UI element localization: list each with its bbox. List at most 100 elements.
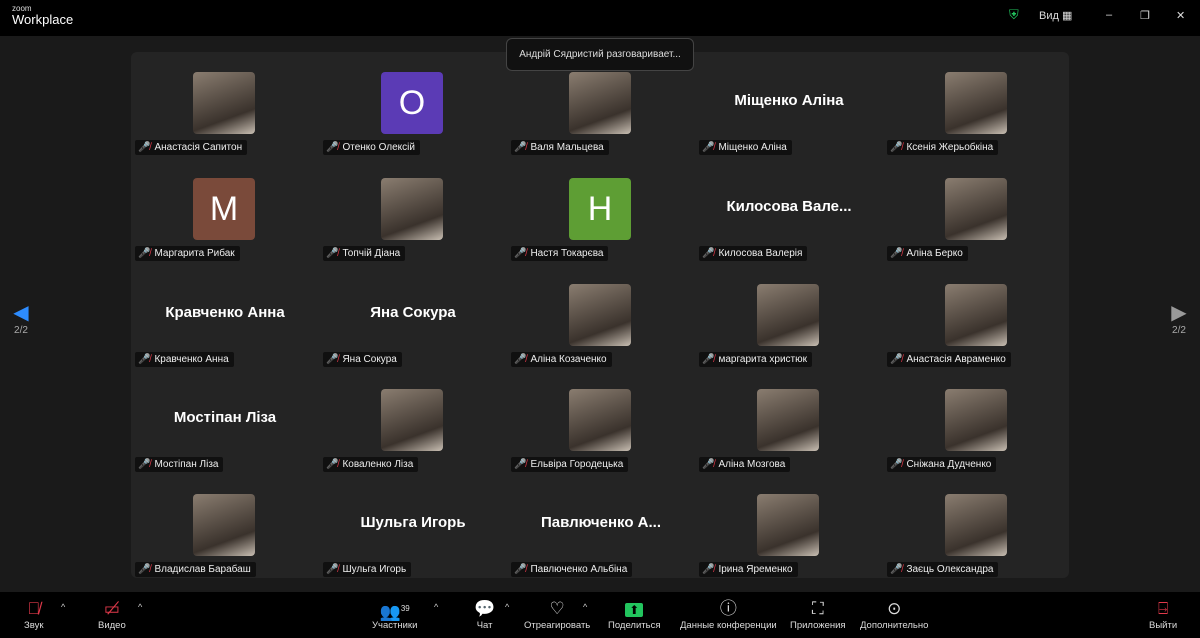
restore-button[interactable]: ❐ bbox=[1140, 9, 1150, 22]
meeting-info-button[interactable]: ⓘ Данные конференции bbox=[680, 598, 777, 631]
participant-tile[interactable]: 🎤̸ Ірина Яременко bbox=[695, 474, 883, 579]
mic-muted-icon: 🎤̸ bbox=[514, 564, 527, 575]
participant-name-tag: 🎤̸ Шульга Игорь bbox=[323, 562, 412, 577]
participant-tile[interactable]: Шульга Игорь 🎤̸ Шульга Игорь bbox=[319, 474, 507, 579]
participant-tile[interactable]: 🎤̸ Ксенія Жерьобкіна bbox=[883, 52, 1071, 157]
participant-name-tag: 🎤̸ Топчій Діана bbox=[323, 246, 406, 261]
participant-photo bbox=[757, 284, 819, 346]
participant-tile[interactable]: M 🎤̸ Маргарита Рибак bbox=[131, 158, 319, 263]
participant-tile[interactable]: Кравченко Анна 🎤̸ Кравченко Анна bbox=[131, 264, 319, 369]
participant-name: Сніжана Дудченко bbox=[906, 459, 992, 470]
participant-name: Килосова Валерія bbox=[718, 248, 803, 259]
mic-muted-icon: 🎤̸ bbox=[514, 459, 527, 470]
page-indicator-right: 2/2 bbox=[1172, 325, 1186, 336]
apps-button[interactable]: ⛶ Приложения bbox=[790, 598, 846, 631]
minimize-button[interactable]: – bbox=[1106, 9, 1112, 21]
mic-muted-icon: 🎤̸ bbox=[702, 459, 715, 470]
participant-tile[interactable]: Мостіпан Ліза 🎤̸ Мостіпан Ліза bbox=[131, 369, 319, 474]
participant-display-name: Міщенко Аліна bbox=[734, 92, 844, 109]
participant-tile[interactable]: 🎤̸ Ельвіра Городецька bbox=[507, 369, 695, 474]
participant-tile[interactable]: Яна Сокура 🎤̸ Яна Сокура bbox=[319, 264, 507, 369]
participant-photo bbox=[757, 494, 819, 556]
participant-photo bbox=[193, 72, 255, 134]
participants-button[interactable]: 👥39 Участники bbox=[372, 598, 417, 631]
participant-name-tag: 🎤̸ Павлюченко Альбіна bbox=[511, 562, 633, 577]
mic-muted-icon: 🎤̸ bbox=[890, 142, 903, 153]
react-label: Отреагировать bbox=[524, 620, 591, 631]
more-button[interactable]: ⊙ Дополнительно bbox=[860, 598, 928, 631]
participant-name: Ірина Яременко bbox=[718, 564, 793, 575]
view-label: Вид bbox=[1039, 10, 1059, 22]
leave-button[interactable]: ⍈ Выйти bbox=[1149, 598, 1177, 631]
participant-tile[interactable]: Павлюченко А... 🎤̸ Павлюченко Альбіна bbox=[507, 474, 695, 579]
next-page-button[interactable]: ▶ 2/2 bbox=[1164, 300, 1194, 336]
participant-name: Анастасія Сапитон bbox=[154, 142, 243, 153]
participant-tile[interactable]: 🎤̸ Владислав Барабаш bbox=[131, 474, 319, 579]
share-button[interactable]: ⬆ Поделиться bbox=[608, 598, 660, 631]
mic-muted-icon: 🎤̸ bbox=[326, 354, 339, 365]
participant-tile[interactable]: 🎤̸ Анастасія Авраменко bbox=[883, 264, 1071, 369]
participants-count: 39 bbox=[400, 604, 410, 613]
leave-icon: ⍈ bbox=[1157, 599, 1169, 618]
participants-caret[interactable]: ^ bbox=[434, 602, 438, 612]
more-icon: ⊙ bbox=[887, 599, 902, 618]
mic-muted-icon: 🎤̸ bbox=[890, 354, 903, 365]
heart-icon: ♡ bbox=[549, 599, 565, 618]
react-button[interactable]: ♡ Отреагировать bbox=[524, 598, 590, 631]
participant-photo bbox=[381, 389, 443, 451]
video-button[interactable]: ▭̸ Видео bbox=[98, 598, 126, 631]
participant-name-tag: 🎤̸ Ельвіра Городецька bbox=[511, 457, 629, 472]
participants-label: Участники bbox=[372, 620, 418, 631]
participant-tile[interactable]: 🎤̸ Аліна Мозгова bbox=[695, 369, 883, 474]
leave-label: Выйти bbox=[1149, 620, 1178, 631]
mic-muted-icon: 🎤̸ bbox=[138, 354, 151, 365]
participant-tile[interactable]: Килосова Вале... 🎤̸ Килосова Валерія bbox=[695, 158, 883, 263]
participant-photo bbox=[945, 72, 1007, 134]
participant-name-tag: 🎤̸ Яна Сокура bbox=[323, 352, 402, 367]
participant-tile[interactable]: H 🎤̸ Настя Токарєва bbox=[507, 158, 695, 263]
video-off-icon: ▭̸ bbox=[103, 599, 120, 618]
participant-tile[interactable]: Міщенко Аліна 🎤̸ Міщенко Аліна bbox=[695, 52, 883, 157]
participant-tile[interactable]: 🎤̸ Аліна Берко bbox=[883, 158, 1071, 263]
participant-name-tag: 🎤̸ Ксенія Жерьобкіна bbox=[887, 140, 999, 155]
participant-name: Яна Сокура bbox=[342, 354, 397, 365]
participant-name: Ельвіра Городецька bbox=[530, 459, 624, 470]
chat-button[interactable]: 💬 Чат bbox=[474, 598, 495, 631]
participant-display-name: Шульга Игорь bbox=[360, 514, 466, 531]
participant-name-tag: 🎤̸ Валя Мальцева bbox=[511, 140, 609, 155]
participant-name-tag: 🎤̸ Заєць Олександра bbox=[887, 562, 999, 577]
participant-tile[interactable]: 🎤̸ Аліна Козаченко bbox=[507, 264, 695, 369]
mic-muted-icon: 🎤̸ bbox=[702, 564, 715, 575]
prev-page-button[interactable]: ◀ 2/2 bbox=[6, 300, 36, 336]
share-label: Поделиться bbox=[608, 620, 661, 631]
chat-caret[interactable]: ^ bbox=[505, 602, 509, 612]
mic-muted-icon: 🎤̸ bbox=[890, 248, 903, 259]
participant-tile[interactable]: 🎤̸ Сніжана Дудченко bbox=[883, 369, 1071, 474]
participant-name: маргарита христюк bbox=[718, 354, 807, 365]
participant-name: Маргарита Рибак bbox=[154, 248, 235, 259]
close-button[interactable]: ✕ bbox=[1176, 9, 1185, 22]
participant-name: Отенко Олексій bbox=[342, 142, 415, 153]
mic-muted-icon: 🎤̸ bbox=[138, 142, 151, 153]
participant-tile[interactable]: 🎤̸ Топчій Діана bbox=[319, 158, 507, 263]
video-options-caret[interactable]: ^ bbox=[138, 602, 142, 612]
participant-name: Заєць Олександра bbox=[906, 564, 994, 575]
participant-tile[interactable]: O 🎤̸ Отенко Олексій bbox=[319, 52, 507, 157]
view-button[interactable]: Вид ▦ bbox=[1039, 9, 1072, 22]
participant-photo bbox=[945, 284, 1007, 346]
participant-tile[interactable]: 🎤̸ Анастасія Сапитон bbox=[131, 52, 319, 157]
participant-tile[interactable]: 🎤̸ Заєць Олександра bbox=[883, 474, 1071, 579]
shield-icon[interactable]: ⛨ bbox=[1009, 7, 1019, 23]
info-label: Данные конференции bbox=[680, 620, 777, 631]
speaking-toast: Андрій Сядристий разговаривает... bbox=[506, 38, 694, 71]
react-caret[interactable]: ^ bbox=[583, 602, 587, 612]
participant-tile[interactable]: 🎤̸ маргарита христюк bbox=[695, 264, 883, 369]
participant-photo bbox=[945, 178, 1007, 240]
participant-tile[interactable]: 🎤̸ Коваленко Ліза bbox=[319, 369, 507, 474]
audio-options-caret[interactable]: ^ bbox=[61, 602, 65, 612]
mic-muted-icon: 🎤̸ bbox=[326, 142, 339, 153]
mic-muted-icon: 🎤̸ bbox=[138, 459, 151, 470]
audio-button[interactable]: 🎙̸ Звук bbox=[24, 598, 43, 631]
chat-icon: 💬 bbox=[474, 599, 496, 618]
participant-name-tag: 🎤̸ Отенко Олексій bbox=[323, 140, 420, 155]
